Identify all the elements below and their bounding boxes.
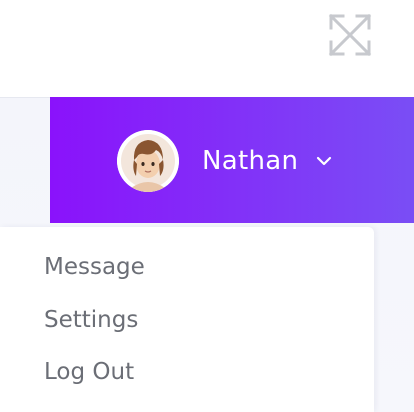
chevron-down-icon [317,156,332,166]
avatar [117,130,179,192]
fullscreen-icon[interactable] [327,12,373,58]
user-name: Nathan [202,146,299,176]
user-profile-header: Nathan [50,97,414,223]
menu-item-log-out[interactable]: Log Out [44,361,134,384]
user-dropdown-menu: Message Settings Log Out [0,227,374,412]
menu-item-message[interactable]: Message [44,256,145,279]
top-navbar [0,0,414,97]
user-menu-toggle[interactable]: Nathan [117,130,334,192]
menu-item-settings[interactable]: Settings [44,309,138,332]
